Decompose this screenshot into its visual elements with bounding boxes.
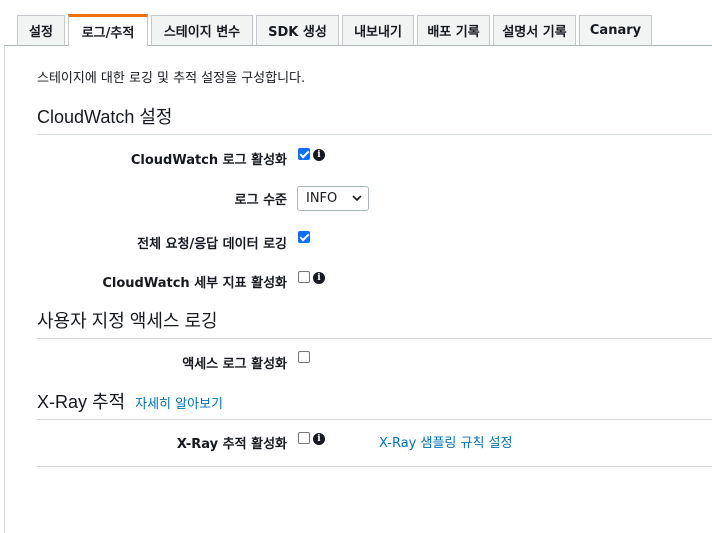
enable-access-logs-label: 액세스 로그 활성화 bbox=[182, 357, 287, 372]
xray-title-text: X-Ray 추적 bbox=[37, 392, 126, 412]
tab-deployment-history[interactable]: 배포 기록 bbox=[417, 15, 490, 46]
info-icon[interactable]: i bbox=[313, 149, 325, 161]
enable-access-logs-checkbox[interactable] bbox=[298, 351, 310, 363]
section-divider bbox=[37, 134, 712, 135]
enable-cloudwatch-logs-checkbox[interactable] bbox=[298, 148, 310, 160]
tab-settings[interactable]: 설정 bbox=[17, 15, 65, 46]
stage-editor-panel: 설정 로그/추적 스테이지 변수 SDK 생성 내보내기 배포 기록 설명서 기… bbox=[0, 0, 712, 533]
info-icon[interactable]: i bbox=[313, 433, 325, 445]
panel-left-border bbox=[4, 45, 5, 533]
stage-tabs: 설정 로그/추적 스테이지 변수 SDK 생성 내보내기 배포 기록 설명서 기… bbox=[17, 14, 655, 46]
tab-logs-tracing[interactable]: 로그/추적 bbox=[68, 14, 148, 46]
detailed-metrics-label: CloudWatch 세부 지표 활성화 bbox=[102, 276, 287, 291]
page-description: 스테이지에 대한 로깅 및 추적 설정을 구성합니다. bbox=[37, 71, 306, 86]
enable-xray-checkbox[interactable] bbox=[298, 432, 310, 444]
tab-canary[interactable]: Canary bbox=[579, 15, 652, 46]
info-icon[interactable]: i bbox=[313, 272, 325, 284]
section-divider bbox=[37, 466, 712, 467]
full-request-logging-checkbox[interactable] bbox=[298, 231, 310, 243]
enable-cloudwatch-logs-label: CloudWatch 로그 활성화 bbox=[130, 153, 287, 168]
learn-more-link[interactable]: 자세히 알아보기 bbox=[135, 397, 223, 412]
xray-sampling-rules-link[interactable]: X-Ray 샘플링 규칙 설정 bbox=[379, 432, 512, 451]
tab-documentation-history[interactable]: 설명서 기록 bbox=[493, 15, 576, 46]
section-divider bbox=[37, 338, 712, 339]
log-level-select[interactable]: INFO bbox=[297, 186, 369, 211]
detailed-metrics-checkbox[interactable] bbox=[298, 271, 310, 283]
cloudwatch-section-title: CloudWatch 설정 bbox=[37, 107, 173, 127]
chevron-down-icon bbox=[352, 195, 362, 202]
section-divider bbox=[37, 419, 712, 420]
enable-xray-label: X-Ray 추적 활성화 bbox=[176, 437, 287, 452]
tab-export[interactable]: 내보내기 bbox=[342, 15, 414, 46]
log-level-label: 로그 수준 bbox=[234, 193, 287, 208]
tab-sdk-generation[interactable]: SDK 생성 bbox=[256, 15, 339, 46]
tab-stage-variables[interactable]: 스테이지 변수 bbox=[151, 15, 253, 46]
log-level-value: INFO bbox=[306, 191, 338, 206]
xray-section-title: X-Ray 추적 자세히 알아보기 bbox=[37, 388, 223, 414]
full-request-logging-label: 전체 요청/응답 데이터 로깅 bbox=[137, 237, 287, 252]
custom-access-section-title: 사용자 지정 액세스 로깅 bbox=[37, 311, 218, 331]
